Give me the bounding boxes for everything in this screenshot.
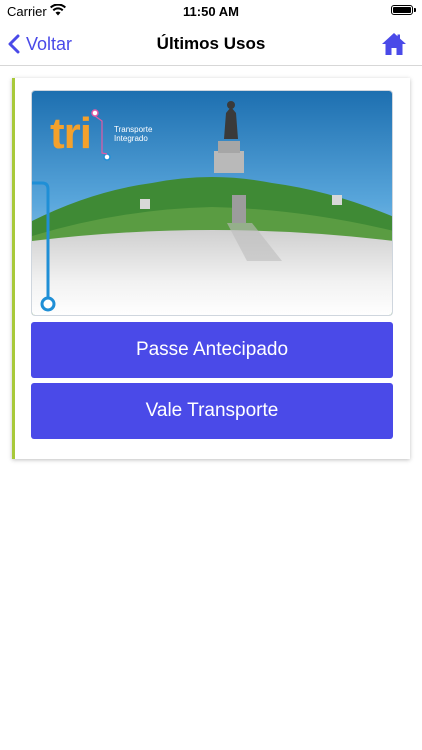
vale-transporte-button[interactable]: Vale Transporte <box>31 383 393 439</box>
transport-card: tri Transporte Integrado Passe Antecipad… <box>12 78 410 459</box>
card-image[interactable]: tri Transporte Integrado <box>31 90 393 316</box>
logo-subtitle: Transporte Integrado <box>114 125 152 143</box>
page-title: Últimos Usos <box>156 34 266 53</box>
home-icon <box>382 33 406 55</box>
logo-subtitle-line1: Transporte <box>114 125 153 134</box>
logo-subtitle-line2: Integrado <box>114 134 148 143</box>
status-bar: Carrier 11:50 AM <box>0 0 422 24</box>
navigation-bar: Voltar Últimos Usos <box>0 24 422 66</box>
passe-antecipado-button[interactable]: Passe Antecipado <box>31 322 393 378</box>
battery-icon <box>391 5 416 15</box>
logo-brand: tri <box>50 109 92 158</box>
status-time: 11:50 AM <box>183 4 239 19</box>
home-button[interactable] <box>380 30 408 58</box>
